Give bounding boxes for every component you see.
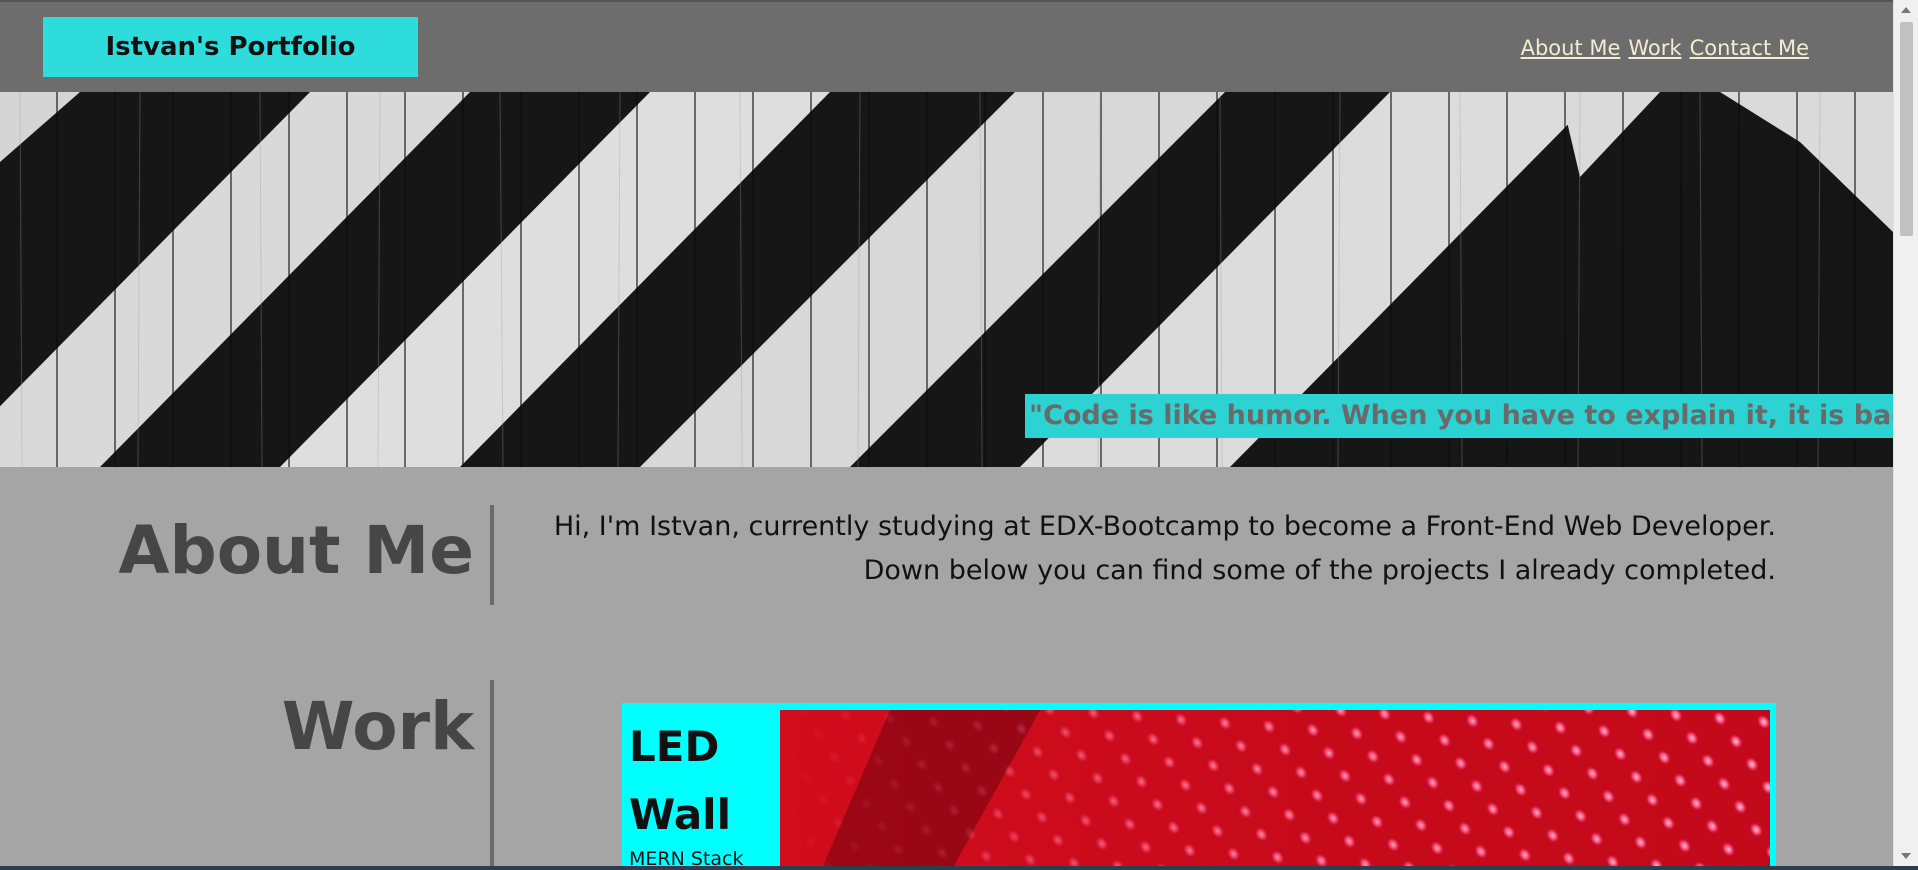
nav-link-work[interactable]: Work bbox=[1628, 36, 1681, 60]
about-line-1: Hi, I'm Istvan, currently studying at ED… bbox=[553, 511, 1776, 542]
hero-quote: "Code is like humor. When you have to ex… bbox=[1025, 394, 1893, 438]
page: Istvan's Portfolio About Me Work Contact… bbox=[0, 0, 1918, 870]
about-me-heading: About Me bbox=[118, 512, 474, 589]
project-card[interactable]: LED Wall MERN Stack bbox=[622, 703, 1776, 870]
nav-link-about-me[interactable]: About Me bbox=[1521, 36, 1621, 60]
vertical-scrollbar[interactable] bbox=[1893, 0, 1918, 866]
led-wall-image bbox=[780, 710, 1770, 870]
scroll-down-icon[interactable] bbox=[1901, 853, 1911, 859]
project-image[interactable] bbox=[780, 710, 1770, 870]
nav-link-contact-me[interactable]: Contact Me bbox=[1690, 36, 1809, 60]
project-title-line-2: Wall bbox=[629, 790, 731, 839]
work-heading: Work bbox=[281, 688, 474, 765]
work-divider bbox=[490, 680, 494, 870]
about-me-text: Hi, I'm Istvan, currently studying at ED… bbox=[476, 505, 1776, 593]
project-title: LED Wall bbox=[629, 713, 731, 849]
main-nav: About Me Work Contact Me bbox=[1521, 36, 1809, 60]
scroll-thumb[interactable] bbox=[1900, 22, 1913, 236]
hero-banner: "Code is like humor. When you have to ex… bbox=[0, 92, 1893, 467]
project-title-line-1: LED bbox=[629, 722, 720, 771]
window-bottom-edge bbox=[0, 866, 1918, 870]
site-header: Istvan's Portfolio About Me Work Contact… bbox=[0, 0, 1893, 92]
brand-logo[interactable]: Istvan's Portfolio bbox=[43, 17, 418, 77]
scroll-up-icon[interactable] bbox=[1901, 7, 1911, 13]
about-line-2: Down below you can find some of the proj… bbox=[863, 555, 1776, 586]
